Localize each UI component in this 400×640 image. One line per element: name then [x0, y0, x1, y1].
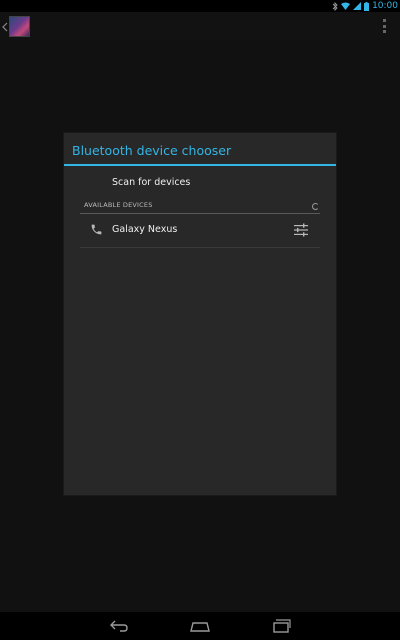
dialog-title: Bluetooth device chooser [72, 143, 232, 158]
scan-for-devices-button[interactable]: Scan for devices [112, 177, 190, 189]
status-icons: 10:00 [332, 0, 398, 12]
settings-icon[interactable] [294, 223, 308, 237]
bluetooth-icon [332, 1, 338, 11]
phone-icon [91, 224, 102, 235]
device-list-item[interactable]: Galaxy Nexus [80, 214, 320, 247]
wifi-icon [341, 2, 351, 10]
back-icon[interactable] [109, 618, 129, 634]
bluetooth-chooser-dialog: Bluetooth device chooser Scan for device… [64, 133, 336, 495]
up-caret-icon[interactable] [1, 20, 9, 34]
overflow-menu-icon[interactable] [383, 19, 387, 33]
recent-apps-icon[interactable] [271, 618, 291, 634]
navigation-bar [0, 612, 400, 640]
status-time: 10:00 [372, 1, 398, 11]
home-icon[interactable] [189, 618, 211, 634]
cell-signal-icon [353, 2, 362, 10]
available-devices-header: AVAILABLE DEVICES [84, 201, 153, 209]
status-bar: 10:00 [0, 0, 400, 12]
title-divider [64, 164, 336, 166]
action-bar [0, 12, 400, 41]
app-icon[interactable] [9, 16, 30, 37]
device-name: Galaxy Nexus [112, 224, 178, 235]
battery-icon [364, 1, 370, 11]
row-divider [80, 247, 320, 248]
scanning-spinner-icon [312, 203, 319, 210]
